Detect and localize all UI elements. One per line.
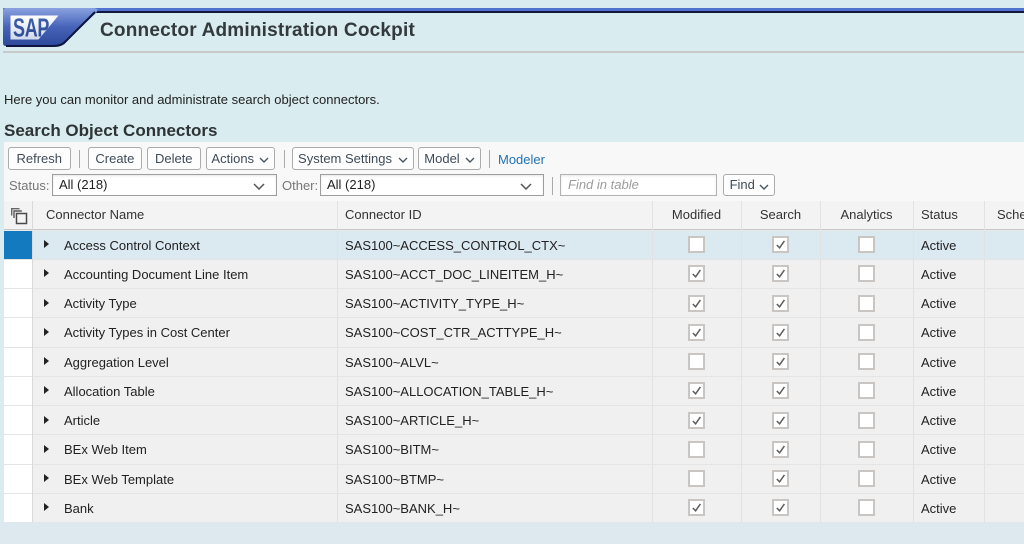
svg-text:SAP: SAP bbox=[13, 13, 50, 42]
